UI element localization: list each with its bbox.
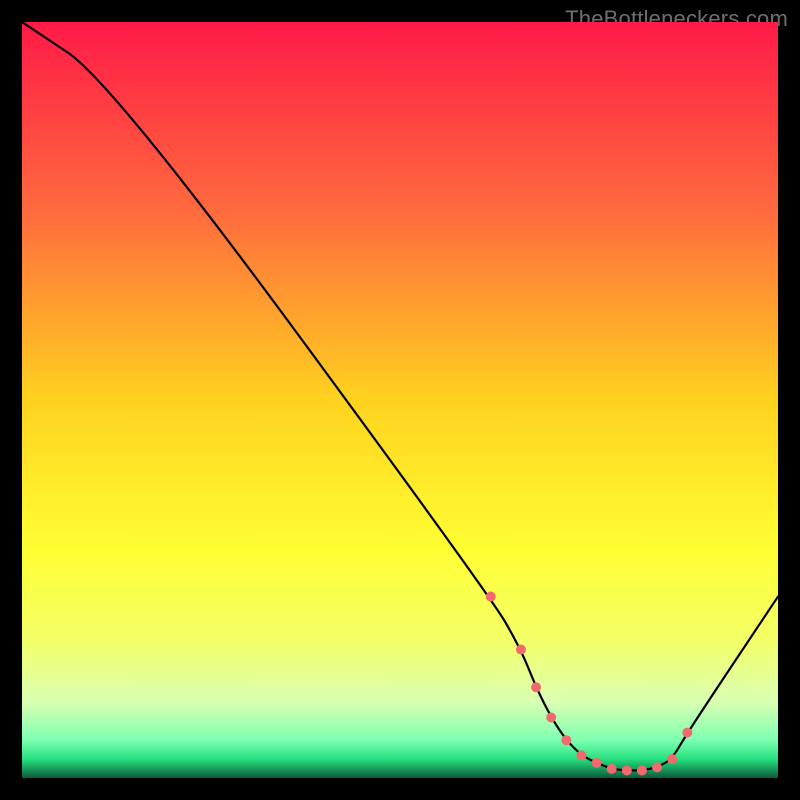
data-point — [531, 682, 541, 692]
data-point — [516, 644, 526, 654]
chart-frame: TheBottleneckers.com — [0, 0, 800, 800]
data-point — [592, 758, 602, 768]
data-point — [682, 728, 692, 738]
data-point — [576, 750, 586, 760]
chart-svg — [22, 22, 778, 778]
plot-area — [22, 22, 778, 778]
data-point — [546, 713, 556, 723]
data-point — [486, 592, 496, 602]
data-point — [652, 762, 662, 772]
data-point — [607, 764, 617, 774]
data-point — [561, 735, 571, 745]
data-point — [622, 765, 632, 775]
gradient-background — [22, 22, 778, 778]
data-point — [637, 765, 647, 775]
data-point — [667, 754, 677, 764]
